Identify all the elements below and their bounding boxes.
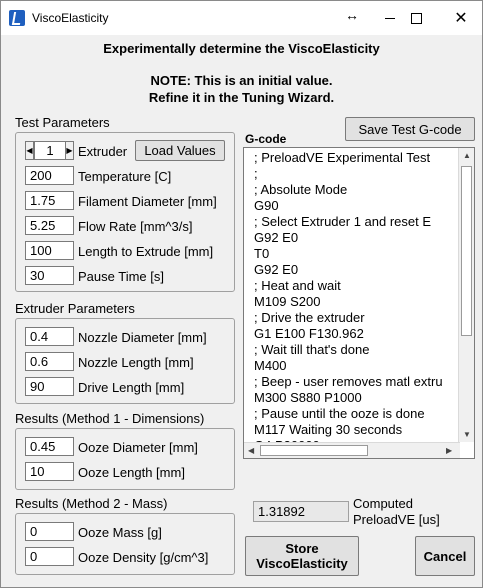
length-to-extrude-label: Length to Extrude [mm] [78, 244, 214, 259]
gcode-line: G92 E0 [254, 262, 299, 277]
nozzle-diameter-label: Nozzle Diameter [mm] [78, 330, 207, 345]
gcode-line: ; Select Extruder 1 and reset E [254, 214, 432, 229]
flow-rate-field[interactable]: 5.25 [25, 216, 74, 235]
extruder-parameters-label: Extruder Parameters [15, 301, 135, 316]
results-mass-label: Results (Method 2 - Mass) [15, 496, 168, 511]
gcode-text-area[interactable]: ; PreloadVE Experimental Test;; Absolute… [243, 147, 475, 459]
note-line-1: NOTE: This is an initial value. [150, 73, 333, 88]
horizontal-scroll-thumb[interactable] [260, 445, 368, 456]
gcode-line: ; PreloadVE Experimental Test [254, 150, 431, 165]
ooze-mass-field[interactable]: 0 [25, 522, 74, 541]
gcode-line: M300 S880 P1000 [254, 390, 362, 405]
ooze-mass-label: Ooze Mass [g] [78, 525, 162, 540]
store-button-line-1: Store [285, 541, 319, 556]
flow-rate-label: Flow Rate [mm^3/s] [78, 219, 193, 234]
gcode-line: ; [254, 166, 258, 181]
ooze-diameter-label: Ooze Diameter [mm] [78, 440, 198, 455]
gcode-horizontal-scrollbar[interactable]: ◀ ▶ [244, 442, 460, 458]
store-viscoelasticity-button[interactable]: Store ViscoElasticity [245, 536, 359, 576]
cancel-button[interactable]: Cancel [415, 536, 475, 576]
note-line-2: Refine it in the Tuning Wizard. [148, 90, 335, 105]
gcode-line: G92 E0 [254, 230, 299, 245]
ooze-diameter-field[interactable]: 0.45 [25, 437, 74, 456]
ooze-length-label: Ooze Length [mm] [78, 465, 185, 480]
drive-length-field[interactable]: 90 [25, 377, 74, 396]
nozzle-diameter-field[interactable]: 0.4 [25, 327, 74, 346]
pause-time-label: Pause Time [s] [78, 269, 164, 284]
extruder-increment-arrow-icon[interactable]: ▶ [65, 141, 74, 160]
gcode-line: M117 Waiting 30 seconds [254, 422, 403, 437]
gcode-line: ; Absolute Mode [254, 182, 348, 197]
ooze-density-label: Ooze Density [g/cm^3] [78, 550, 209, 565]
vertical-scroll-thumb[interactable] [461, 166, 472, 336]
gcode-line: G1 E100 F130.962 [254, 326, 364, 341]
length-to-extrude-field[interactable]: 100 [25, 241, 74, 260]
window-title: ViscoElasticity [32, 11, 109, 25]
extruder-number-field[interactable]: 1 [34, 141, 66, 160]
filament-diameter-label: Filament Diameter [mm] [78, 194, 217, 209]
nozzle-length-field[interactable]: 0.6 [25, 352, 74, 371]
temperature-field[interactable]: 200 [25, 166, 74, 185]
gcode-line: ; Beep - user removes matl extru [254, 374, 443, 389]
gcode-line: ; Pause until the ooze is done [254, 406, 425, 421]
pause-time-field[interactable]: 30 [25, 266, 74, 285]
title-bar[interactable]: ViscoElasticity ↔ ✕ [1, 1, 482, 35]
gcode-lines: ; PreloadVE Experimental Test;; Absolute… [254, 150, 460, 454]
scroll-left-arrow-icon[interactable]: ◀ [248, 446, 254, 455]
scroll-down-arrow-icon[interactable]: ▼ [463, 430, 471, 439]
store-button-line-2: ViscoElasticity [256, 556, 348, 571]
gcode-label: G-code [245, 132, 287, 146]
computed-label-line-1: Computed [353, 496, 413, 511]
computed-label-line-2: PreloadVE [us] [353, 512, 440, 527]
ooze-length-field[interactable]: 10 [25, 462, 74, 481]
gcode-line: ; Heat and wait [254, 278, 341, 293]
drive-length-label: Drive Length [mm] [78, 380, 185, 395]
gcode-line: ; Drive the extruder [254, 310, 365, 325]
ooze-density-field[interactable]: 0 [25, 547, 74, 566]
gcode-line: T0 [254, 246, 270, 261]
close-button[interactable]: ✕ [438, 1, 483, 35]
gcode-line: ; Wait till that's done [254, 342, 370, 357]
dialog-heading: Experimentally determine the ViscoElasti… [103, 41, 380, 56]
filament-diameter-field[interactable]: 1.75 [25, 191, 74, 210]
gcode-vertical-scrollbar[interactable]: ▲ ▼ [458, 148, 474, 442]
gcode-line: M109 S200 [254, 294, 321, 309]
computed-preloadve-value: 1.31892 [253, 501, 349, 522]
results-dimensions-label: Results (Method 1 - Dimensions) [15, 411, 205, 426]
maximize-button[interactable] [393, 1, 439, 35]
extruder-decrement-arrow-icon[interactable]: ◀ [25, 141, 34, 160]
gcode-line: G90 [254, 198, 279, 213]
test-parameters-label: Test Parameters [15, 115, 110, 130]
app-icon [9, 10, 25, 26]
gcode-line: M400 [254, 358, 287, 373]
extruder-label: Extruder [78, 144, 128, 159]
temperature-label: Temperature [C] [78, 169, 172, 184]
scroll-up-arrow-icon[interactable]: ▲ [463, 151, 471, 160]
resize-arrows-icon: ↔ [345, 7, 359, 23]
visco-elasticity-window: ViscoElasticity ↔ ✕ Experimentally deter… [0, 0, 483, 588]
scroll-right-arrow-icon[interactable]: ▶ [446, 446, 452, 455]
load-values-button[interactable]: Load Values [135, 140, 225, 161]
save-test-gcode-button[interactable]: Save Test G-code [345, 117, 475, 141]
nozzle-length-label: Nozzle Length [mm] [78, 355, 194, 370]
